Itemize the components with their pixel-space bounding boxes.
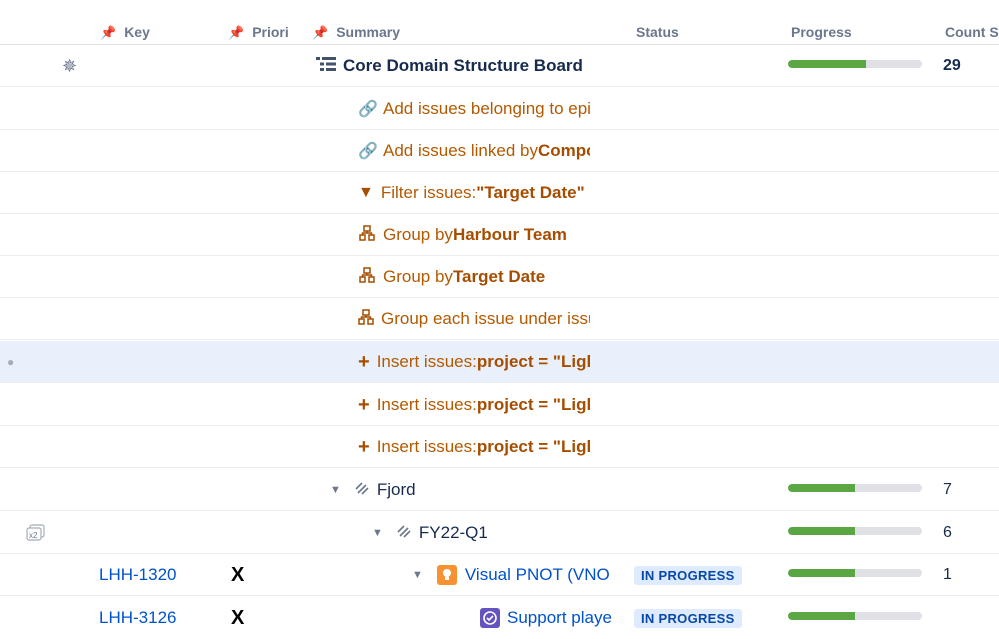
magic-wand-icon[interactable]: ✵ (62, 45, 77, 87)
generator-row[interactable]: ▼ Filter issues: "Target Date" = (0, 172, 999, 214)
pin-icon: 📌 (228, 25, 245, 40)
column-priority[interactable]: 📌 Priori (228, 24, 296, 41)
generator-row[interactable]: 🔗 Add issues belonging to epic (0, 88, 999, 130)
count-value: 29 (943, 57, 961, 74)
insert-icon: + (358, 350, 370, 373)
group-row-fjord[interactable]: ▼ Fjord 7 (0, 469, 999, 511)
column-status[interactable]: Status (636, 24, 679, 40)
generator-row[interactable]: + Insert issues: project = "Ligh (0, 426, 999, 468)
generator-row-selected[interactable]: ● + Insert issues: project = "Ligh (0, 341, 999, 383)
generator-text: Group by Harbour Team (358, 214, 590, 256)
issue-row[interactable]: LHH-1320 X ▼ Visual PNOT (VNO IN PROGRES… (0, 554, 999, 596)
structure-icon (316, 56, 336, 76)
count-value: 1 (943, 566, 952, 583)
progress-bar (788, 484, 922, 492)
pin-icon: 📌 (100, 25, 117, 40)
insert-icon: + (358, 393, 370, 416)
structure-root-row[interactable]: ✵ Core Domain Structure Board 29 (0, 45, 999, 87)
column-progress[interactable]: Progress (791, 24, 852, 40)
column-count[interactable]: Count S (945, 24, 999, 40)
count-value: 7 (943, 481, 952, 498)
group-icon (358, 224, 376, 246)
generator-text: ▼ Filter issues: "Target Date" = (358, 183, 590, 202)
row-dot-icon[interactable]: ● (7, 341, 14, 383)
generator-text: 🔗Add issues linked by Compos (358, 141, 590, 160)
priority-value: X (231, 563, 245, 586)
chevron-down-icon[interactable]: ▼ (330, 484, 341, 496)
progress-bar (788, 612, 922, 620)
group-icon (358, 266, 376, 288)
generator-row[interactable]: 🔗Add issues linked by Compos (0, 130, 999, 172)
x2-icon[interactable]: x2 (26, 512, 46, 554)
filter-icon: ▼ (358, 184, 374, 201)
folder-icon (397, 523, 411, 543)
chevron-down-icon[interactable]: ▼ (412, 569, 423, 581)
generator-text: Group by Target Date (358, 256, 590, 298)
generator-text: + Insert issues: project = "Ligh (358, 435, 590, 458)
lightbulb-icon (436, 565, 457, 585)
column-summary[interactable]: 📌 Summary (312, 24, 400, 41)
group-icon (358, 308, 374, 330)
progress-bar (788, 527, 922, 535)
chevron-down-icon[interactable]: ▼ (372, 527, 383, 539)
generator-row[interactable]: + Insert issues: project = "Ligh (0, 384, 999, 426)
group-row-fy22-q1[interactable]: x2 ▼ FY22-Q1 6 (0, 512, 999, 554)
column-header: 📌 Key 📌 Priori 📌 Summary Status Progress Co… (0, 0, 999, 45)
generator-text: Group each issue under issue (358, 298, 590, 340)
insert-icon: + (358, 435, 370, 458)
issue-key[interactable]: LHH-1320 (99, 554, 177, 596)
generator-row[interactable]: Group by Target Date (0, 256, 999, 298)
svg-text:x2: x2 (29, 531, 38, 540)
issue-summary: ▼ Visual PNOT (VNO (412, 565, 610, 585)
progress-bar (788, 569, 922, 577)
structure-title: Core Domain Structure Board (316, 45, 583, 87)
generator-text: + Insert issues: project = "Ligh (358, 393, 590, 416)
status-badge[interactable]: IN PROGRESS (634, 554, 742, 596)
check-circle-icon (480, 608, 500, 628)
link-icon: 🔗 (358, 143, 378, 160)
progress-bar (788, 60, 922, 68)
column-key[interactable]: 📌 Key (100, 24, 150, 41)
count-value: 6 (943, 524, 952, 541)
group-label: ▼ Fjord (330, 480, 416, 500)
link-icon: 🔗 (358, 101, 378, 118)
generator-text: 🔗 Add issues belonging to epic (358, 99, 590, 118)
generator-row[interactable]: Group by Harbour Team (0, 214, 999, 256)
group-label: ▼ FY22-Q1 (372, 523, 488, 543)
generator-row[interactable]: Group each issue under issue (0, 298, 999, 340)
folder-icon (355, 480, 369, 500)
pin-icon: 📌 (312, 25, 329, 40)
generator-text: + Insert issues: project = "Ligh (358, 350, 590, 373)
